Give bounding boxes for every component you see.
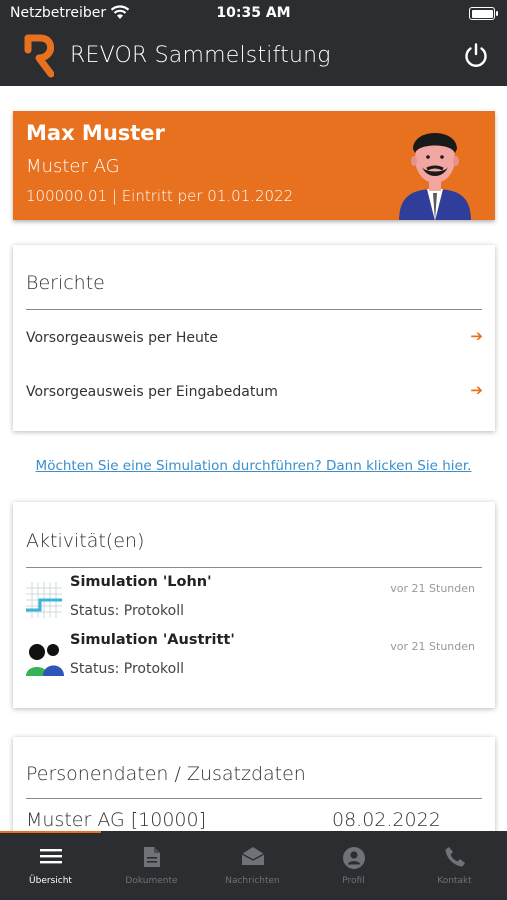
revor-logo-icon	[24, 34, 55, 82]
activities-card: Aktivität(en) Simulation 'Lohn' Status: …	[13, 502, 495, 708]
activity-title: Simulation 'Austritt'	[70, 632, 235, 648]
report-item-label: Vorsorgeausweis per Heute	[26, 330, 218, 346]
people-icon	[26, 640, 64, 680]
report-item-date[interactable]: Vorsorgeausweis per Eingabedatum ➔	[13, 375, 495, 411]
tab-label: Kontakt	[437, 876, 472, 886]
tab-nachrichten[interactable]: Nachrichten	[202, 831, 303, 900]
report-item-label: Vorsorgeausweis per Eingabedatum	[26, 384, 278, 400]
profile-meta: 100000.01 | Eintritt per 01.01.2022	[26, 187, 294, 205]
activity-item-lohn[interactable]: Simulation 'Lohn' Status: Protokoll vor …	[13, 572, 495, 628]
tab-label: Profil	[342, 876, 365, 886]
activity-time: vor 21 Stunden	[390, 582, 475, 595]
profile-card[interactable]: Max Muster Muster AG 100000.01 | Eintrit…	[13, 111, 495, 220]
reports-title: Berichte	[26, 272, 105, 294]
tab-bar: Übersicht Dokumente Nachrichten Profil K…	[0, 831, 507, 900]
clock: 10:35 AM	[216, 5, 291, 21]
profile-company: Muster AG	[26, 156, 120, 177]
divider	[26, 309, 482, 310]
status-bar: Netzbetreiber 10:35 AM	[0, 0, 507, 28]
tab-dokumente[interactable]: Dokumente	[101, 831, 202, 900]
envelope-icon	[202, 847, 303, 869]
activity-title: Simulation 'Lohn'	[70, 574, 212, 590]
app-title: REVOR Sammelstiftung	[70, 43, 331, 68]
arrow-right-icon: ➔	[470, 327, 483, 345]
date-value: 08.02.2022	[332, 809, 441, 831]
menu-icon	[0, 847, 101, 869]
activity-status: Status: Protokoll	[70, 661, 184, 677]
tab-label: Nachrichten	[225, 876, 280, 886]
employer-value: Muster AG [10000]	[26, 809, 207, 831]
activity-time: vor 21 Stunden	[390, 640, 475, 653]
power-icon[interactable]	[463, 42, 489, 72]
tab-label: Übersicht	[29, 876, 72, 886]
activities-title: Aktivität(en)	[26, 530, 145, 552]
activity-status: Status: Protokoll	[70, 603, 184, 619]
phone-icon	[404, 847, 505, 871]
tab-label: Dokumente	[125, 876, 178, 886]
chart-icon	[26, 582, 62, 622]
tab-kontakt[interactable]: Kontakt	[404, 831, 505, 900]
simulation-link[interactable]: Möchten Sie eine Simulation durchführen?…	[0, 458, 507, 474]
app-bar: REVOR Sammelstiftung	[0, 30, 507, 84]
battery-icon	[469, 7, 498, 20]
report-item-today[interactable]: Vorsorgeausweis per Heute ➔	[13, 321, 495, 357]
arrow-right-icon: ➔	[470, 381, 483, 399]
profile-icon	[303, 847, 404, 873]
avatar-icon	[397, 127, 473, 220]
tab-uebersicht[interactable]: Übersicht	[0, 831, 101, 900]
divider	[26, 798, 482, 799]
top-bar: Netzbetreiber 10:35 AM REVOR Sammelstift…	[0, 0, 507, 86]
reports-card: Berichte Vorsorgeausweis per Heute ➔ Vor…	[13, 245, 495, 431]
tab-profil[interactable]: Profil	[303, 831, 404, 900]
activity-item-austritt[interactable]: Simulation 'Austritt' Status: Protokoll …	[13, 630, 495, 686]
divider	[26, 567, 482, 568]
document-icon	[101, 847, 202, 871]
personal-data-title: Personendaten / Zusatzdaten	[26, 763, 306, 785]
profile-name: Max Muster	[26, 121, 165, 145]
